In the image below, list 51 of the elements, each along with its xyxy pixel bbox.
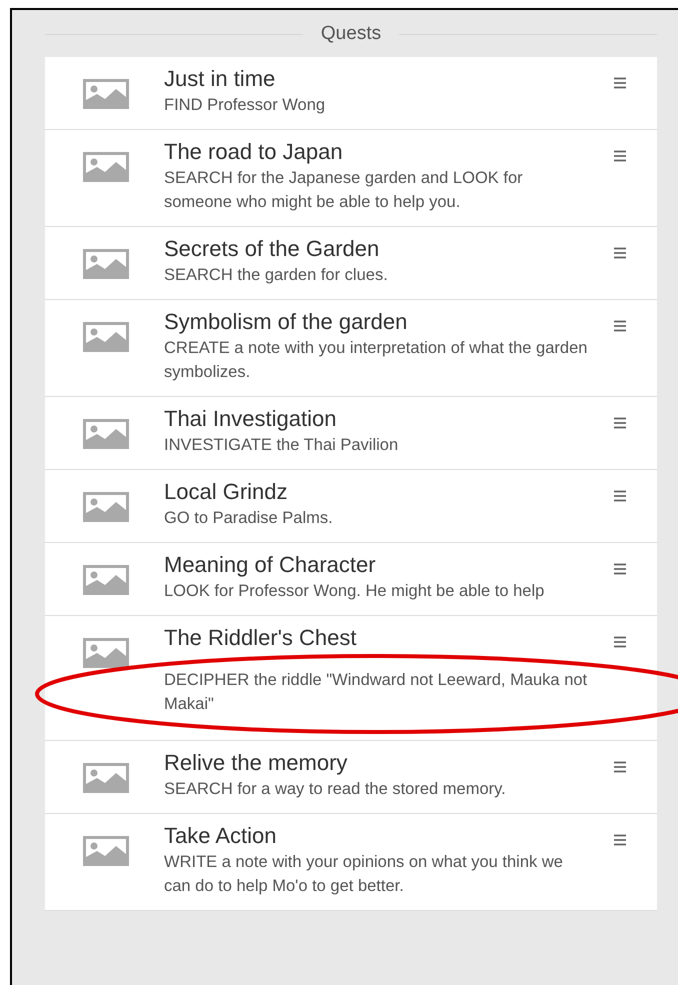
quest-card[interactable]: Symbolism of the garden CREATE a note with you interpretation of what the garden symbolizes. — [45, 300, 657, 396]
quest-card[interactable]: Relive the memory SEARCH for a way to read the stored memory. — [45, 740, 657, 814]
quest-card[interactable]: The road to Japan SEARCH for the Japanese garden and LOOK for someone who might be able to help you. — [45, 130, 657, 226]
quest-description: SEARCH for a way to read the stored memory. — [164, 778, 506, 800]
quest-card[interactable]: The Riddler's Chest DECIPHER the riddle "Windward not Leeward, Mauka not Makai" — [45, 616, 657, 740]
quest-card[interactable]: Just in time FIND Professor Wong — [45, 56, 657, 130]
quest-description: INVESTIGATE the Thai Pavilion — [164, 434, 398, 456]
menu-icon[interactable] — [613, 490, 627, 502]
quest-card[interactable]: Secrets of the Garden SEARCH the garden for clues. — [45, 226, 657, 300]
quest-card[interactable]: Take Action WRITE a note with your opinions on what you think we can do to help Mo'o to get better. — [45, 814, 657, 910]
quest-title: Just in time — [164, 64, 276, 92]
menu-icon[interactable] — [613, 246, 627, 258]
image-placeholder-icon — [83, 836, 129, 866]
quest-title: Relive the memory — [164, 748, 348, 776]
quest-description: LOOK for Professor Wong. He might be able to help — [164, 580, 544, 602]
quest-card[interactable]: Meaning of Character LOOK for Professor Wong. He might be able to help — [45, 542, 657, 616]
quest-description: DECIPHER the riddle "Windward not Leeward, Mauka not Makai" — [164, 670, 588, 714]
image-placeholder-icon — [83, 762, 129, 792]
quest-title: Take Action — [164, 822, 277, 850]
image-placeholder-icon — [83, 638, 129, 668]
menu-icon[interactable] — [613, 150, 627, 162]
image-placeholder-icon — [83, 418, 129, 448]
quest-title: The Riddler's Chest — [164, 624, 356, 652]
menu-icon[interactable] — [613, 760, 627, 772]
image-placeholder-icon — [83, 564, 129, 594]
quest-description: GO to Paradise Palms. — [164, 508, 333, 528]
image-placeholder-icon — [83, 152, 129, 182]
quest-description: SEARCH the garden for clues. — [164, 264, 388, 286]
menu-icon[interactable] — [613, 320, 627, 332]
quest-description: FIND Professor Wong — [164, 94, 326, 116]
image-placeholder-icon — [83, 248, 129, 278]
image-placeholder-icon — [83, 322, 129, 352]
quest-description: CREATE a note with you interpretation of what the garden symbolizes. — [164, 338, 588, 382]
image-placeholder-icon — [83, 492, 129, 522]
quest-description: SEARCH for the Japanese garden and LOOK for someone who might be able to help you. — [164, 168, 524, 212]
quest-title: Symbolism of the garden — [164, 308, 408, 336]
quest-title: The road to Japan — [164, 138, 343, 166]
menu-icon[interactable] — [613, 416, 627, 428]
quest-title: Local Grindz — [164, 478, 288, 506]
menu-icon[interactable] — [613, 636, 627, 648]
menu-icon[interactable] — [613, 562, 627, 574]
quest-card[interactable]: Local Grindz GO to Paradise Palms. — [45, 470, 657, 542]
quest-description: WRITE a note with your opinions on what you think we can do to help Mo'o to get better. — [164, 852, 564, 896]
quest-title: Secrets of the Garden — [164, 234, 380, 262]
quest-title: Meaning of Character — [164, 550, 376, 578]
panel-title: Quests — [320, 22, 382, 46]
menu-icon[interactable] — [613, 76, 627, 88]
quest-title: Thai Investigation — [164, 404, 336, 432]
image-placeholder-icon — [83, 78, 129, 108]
menu-icon[interactable] — [613, 834, 627, 846]
quest-card[interactable]: Thai Investigation INVESTIGATE the Thai Pavilion — [45, 396, 657, 470]
